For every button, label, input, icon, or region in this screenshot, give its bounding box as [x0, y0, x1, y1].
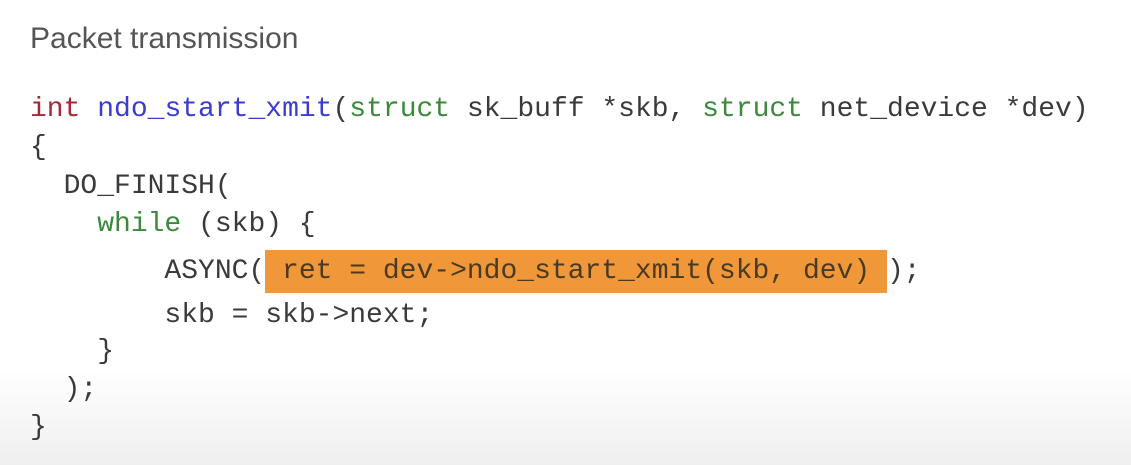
code-paren: (: [332, 94, 350, 125]
code-line-while: while (skb) {: [30, 207, 316, 243]
code-line-signature: int ndo_start_xmit(struct sk_buff *skb, …: [30, 92, 1089, 128]
code-line: }: [30, 412, 47, 443]
code-arg: net_device *dev): [803, 94, 1089, 125]
code-function-name: ndo_start_xmit: [97, 94, 333, 125]
code-line-async: ASYNC( ret = dev->ndo_start_xmit(skb, de…: [30, 250, 921, 293]
code-line: skb = skb->next;: [30, 300, 434, 331]
code-line: {: [30, 132, 47, 163]
code-while-keyword: while: [97, 209, 182, 240]
code-type-keyword: int: [30, 94, 81, 125]
code-struct-keyword: struct: [349, 94, 451, 125]
code-struct-keyword: struct: [702, 94, 803, 125]
code-arg: sk_buff *skb,: [450, 94, 703, 125]
code-line: }: [30, 336, 115, 367]
code-highlight: ret = dev->ndo_start_xmit(skb, dev): [265, 250, 887, 293]
code-text: (skb) {: [181, 209, 316, 240]
slide-title: Packet transmission: [30, 22, 299, 55]
code-text: );: [886, 256, 921, 287]
code-line: DO_FINISH(: [30, 171, 232, 202]
code-line: );: [30, 374, 98, 405]
code-text: ASYNC(: [30, 256, 266, 287]
